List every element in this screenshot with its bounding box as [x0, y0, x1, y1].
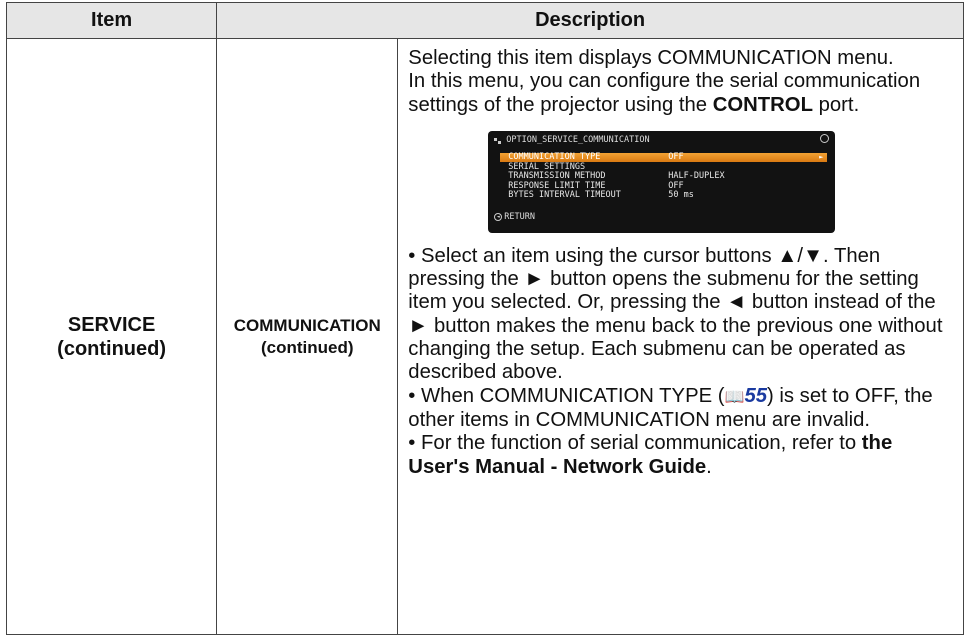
item-cell: SERVICE (continued) — [5, 38, 218, 635]
osd-item-bytes-interval-timeout[interactable]: BYTES INTERVAL TIMEOUT 50 ms — [500, 190, 827, 201]
desc-paragraph-5: • For the function of serial communicati… — [408, 432, 953, 479]
subitem-continued: (continued) — [260, 337, 354, 357]
option-menu-icon — [494, 137, 502, 144]
subitem-cell: COMMUNICATION (continued) — [216, 38, 399, 635]
page-reference-link[interactable]: 📖55 — [725, 385, 767, 407]
control-port-label: CONTROL — [712, 93, 813, 116]
subitem-name: COMMUNICATION — [233, 315, 381, 335]
table-row: SERVICE (continued) COMMUNICATION (conti… — [5, 38, 964, 635]
communication-menu-screenshot: OPTION_SERVICE_COMMUNICATION COMMUNICATI… — [488, 130, 836, 233]
desc-paragraph-3: • Select an item using the cursor button… — [408, 244, 943, 384]
desc-paragraph-4: • When COMMUNICATION TYPE (📖55) is set t… — [408, 385, 953, 433]
item-name: SERVICE — [67, 313, 156, 336]
description-table: Item Description SERVICE (continued) COM… — [5, 2, 964, 635]
header-description: Description — [216, 2, 964, 39]
return-icon: ◄ — [494, 213, 503, 222]
chevron-right-icon: ► — [819, 153, 824, 161]
desc-paragraph-1: Selecting this item displays COMMUNICATI… — [408, 47, 894, 69]
desc-text: • For the function of serial communicati… — [408, 432, 862, 455]
desc-text: • When COMMUNICATION TYPE ( — [408, 384, 725, 407]
osd-return[interactable]: ◄ RETURN — [494, 206, 535, 229]
osd-return-label: RETURN — [504, 211, 536, 222]
osd-item-value: 50 ms — [668, 190, 694, 200]
description-cell: Selecting this item displays COMMUNICATI… — [397, 38, 964, 635]
book-icon: 📖 — [724, 388, 745, 406]
desc-paragraph-2: In this menu, you can configure the seri… — [408, 70, 953, 117]
osd-item-label: BYTES INTERVAL TIMEOUT — [508, 190, 621, 200]
header-row: Item Description — [5, 2, 964, 39]
item-continued: (continued) — [57, 337, 167, 360]
desc-text: . — [706, 455, 712, 478]
page-number: 55 — [744, 384, 768, 407]
osd-menu-list: COMMUNICATION TYPE OFF ► SERIAL SETTINGS T… — [500, 152, 828, 201]
desc-text: port. — [812, 93, 860, 116]
header-item: Item — [5, 2, 218, 39]
